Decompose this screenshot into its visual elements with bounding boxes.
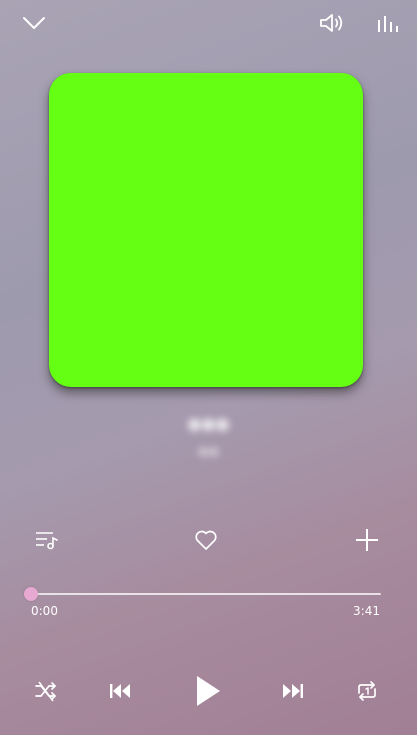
shuffle-button[interactable] <box>31 676 61 706</box>
play-icon <box>197 676 220 706</box>
play-button[interactable] <box>188 670 228 712</box>
repeat-button[interactable] <box>352 676 382 706</box>
volume-button[interactable] <box>316 9 348 37</box>
skip-previous-icon <box>110 684 130 698</box>
progress-thumb[interactable] <box>24 587 38 601</box>
speaker-icon <box>320 14 343 32</box>
heart-icon <box>195 530 217 550</box>
track-title: ●●● <box>187 414 230 433</box>
album-artwork <box>49 73 363 387</box>
plus-icon <box>356 529 378 551</box>
elapsed-time: 0:00 <box>31 604 58 618</box>
add-to-playlist-button[interactable] <box>352 525 382 555</box>
playlist-icon <box>36 532 58 550</box>
next-button[interactable] <box>277 676 307 706</box>
favorite-button[interactable] <box>191 525 221 555</box>
chevron-down-icon <box>23 17 45 29</box>
skip-next-icon <box>283 684 303 698</box>
repeat-one-icon <box>358 681 376 701</box>
collapse-button[interactable] <box>18 10 50 36</box>
progress-track[interactable] <box>31 593 381 595</box>
equalizer-icon <box>378 16 398 32</box>
track-artist: ●● <box>198 444 219 458</box>
playlist-button[interactable] <box>30 526 62 554</box>
equalizer-button[interactable] <box>373 9 403 37</box>
previous-button[interactable] <box>106 676 136 706</box>
total-time: 3:41 <box>353 604 380 618</box>
shuffle-off-icon <box>35 681 56 702</box>
